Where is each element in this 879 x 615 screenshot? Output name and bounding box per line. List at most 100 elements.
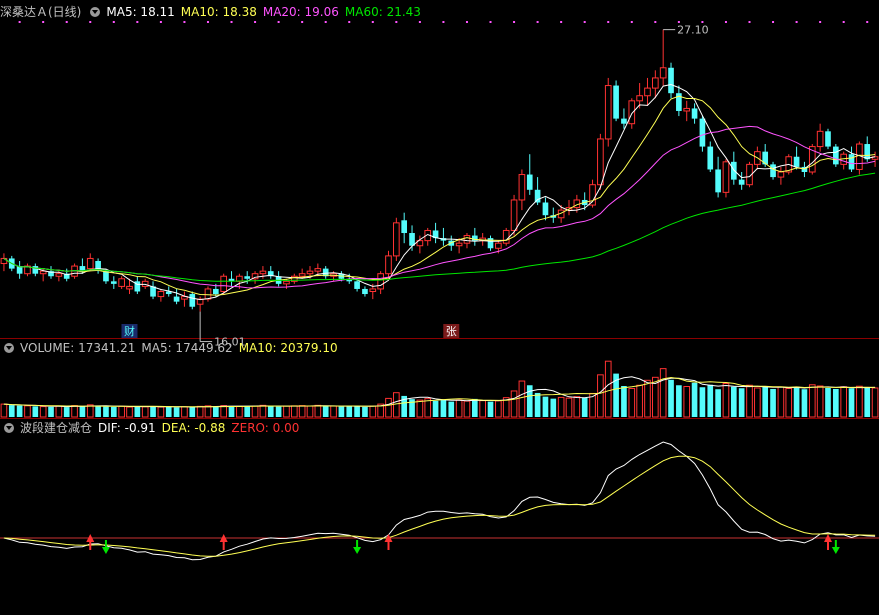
- volume-bar: [393, 392, 400, 418]
- candle-body: [126, 285, 133, 290]
- volume-bar: [24, 405, 31, 418]
- candle-body: [141, 280, 149, 287]
- indicator-header: 波段建仓减仓 DIF: -0.91 DEA: -0.88 ZERO: 0.00: [0, 420, 305, 436]
- top-dot-marker: [395, 21, 398, 23]
- top-dot-marker: [348, 21, 351, 23]
- volume-bar: [518, 380, 526, 418]
- candle-body: [628, 100, 636, 125]
- candle-body: [495, 242, 502, 249]
- candle-body: [362, 288, 368, 295]
- candle-body: [369, 288, 377, 292]
- indicator-name[interactable]: 波段建仓减仓: [20, 421, 92, 435]
- top-dot-marker: [513, 21, 516, 23]
- volume-bar: [864, 387, 871, 417]
- candle-body: [691, 108, 698, 119]
- volume-bar: [181, 406, 188, 418]
- candle-body: [770, 164, 776, 178]
- volume-bar: [550, 398, 557, 417]
- top-dot-marker: [183, 21, 186, 23]
- candle-body: [244, 276, 251, 279]
- volume-bar: [103, 406, 109, 417]
- volume-bar: [840, 386, 848, 418]
- zero-value: ZERO: 0.00: [231, 421, 300, 435]
- candle-body: [699, 118, 706, 147]
- top-dot-marker: [842, 21, 845, 23]
- volume-bar: [801, 389, 808, 417]
- volume-bar: [118, 405, 125, 418]
- top-dot-marker: [772, 21, 775, 23]
- candle-body: [722, 161, 730, 193]
- volume-bar: [848, 388, 855, 417]
- volume-bar: [110, 406, 117, 417]
- stock-name[interactable]: 深桑达Ａ(日线): [0, 5, 81, 19]
- dif-line: [3, 441, 876, 561]
- volume-bar: [63, 407, 70, 417]
- volume-bar: [126, 406, 133, 418]
- volume-bar: [463, 400, 471, 418]
- candle-body: [652, 77, 659, 89]
- sell-arrow-icon: [353, 547, 362, 554]
- sell-arrow-icon: [831, 547, 840, 554]
- volume-bar: [95, 405, 101, 417]
- volume-bar: [683, 385, 691, 418]
- volume-bar: [534, 392, 541, 417]
- volume-bar: [668, 379, 674, 417]
- candle-body: [189, 294, 196, 307]
- candle-body: [220, 275, 227, 292]
- volume-bar: [236, 405, 243, 418]
- kline-chart: 27.1016.01财张: [0, 21, 879, 561]
- volume-bar: [173, 407, 180, 417]
- volume-bar: [526, 385, 533, 417]
- volume-bar: [251, 405, 259, 418]
- top-dot-marker: [89, 21, 92, 23]
- ma10-value: MA10: 18.38: [180, 5, 257, 19]
- candle-body: [833, 146, 839, 165]
- candle-body: [283, 280, 290, 285]
- top-dot-marker: [536, 21, 539, 23]
- top-dot-marker: [206, 21, 209, 23]
- volume-bar: [157, 406, 165, 418]
- top-dot-marker: [371, 21, 374, 23]
- candle-body: [55, 273, 63, 277]
- candle-body: [644, 87, 651, 97]
- volume-bar: [448, 401, 455, 417]
- dropdown-icon[interactable]: [90, 7, 101, 17]
- volume-bar: [330, 405, 337, 418]
- volume-bar: [676, 385, 682, 417]
- candle-body: [213, 288, 219, 295]
- candle-body: [510, 199, 518, 231]
- candle-body: [86, 257, 94, 270]
- top-dot-marker: [866, 21, 869, 23]
- candle-body: [354, 281, 360, 289]
- volume-bar: [471, 398, 478, 417]
- dropdown-icon[interactable]: [4, 343, 14, 353]
- candle-body: [518, 174, 526, 201]
- top-dot-marker: [65, 21, 68, 23]
- price-header: 深桑达Ａ(日线) MA5: 18.11 MA10: 18.38 MA20: 19.06…: [0, 4, 427, 20]
- candle-body: [298, 273, 306, 277]
- volume-bar: [636, 384, 643, 418]
- candle-body: [816, 130, 824, 148]
- volume-bar: [267, 406, 274, 417]
- candle-body: [39, 270, 47, 275]
- volume-bar: [825, 387, 831, 417]
- candle-body: [715, 169, 721, 193]
- candle-body: [777, 171, 785, 178]
- volume-bar: [220, 405, 227, 418]
- candle-body: [707, 146, 714, 170]
- dea-value: DEA: -0.88: [161, 421, 226, 435]
- candle-body: [118, 278, 125, 287]
- dropdown-icon[interactable]: [4, 423, 14, 433]
- volume-bar: [32, 406, 39, 417]
- candle-body: [848, 154, 855, 170]
- volume-bar: [86, 404, 94, 418]
- top-dot-marker: [630, 21, 633, 23]
- candle-body: [409, 233, 415, 246]
- volume-bar: [322, 406, 329, 417]
- volume-bar: [691, 382, 698, 417]
- candle-body: [613, 85, 619, 119]
- candle-body: [864, 144, 871, 160]
- volume-bar: [204, 405, 212, 418]
- volume-bar: [762, 386, 769, 417]
- candle-body: [604, 85, 612, 140]
